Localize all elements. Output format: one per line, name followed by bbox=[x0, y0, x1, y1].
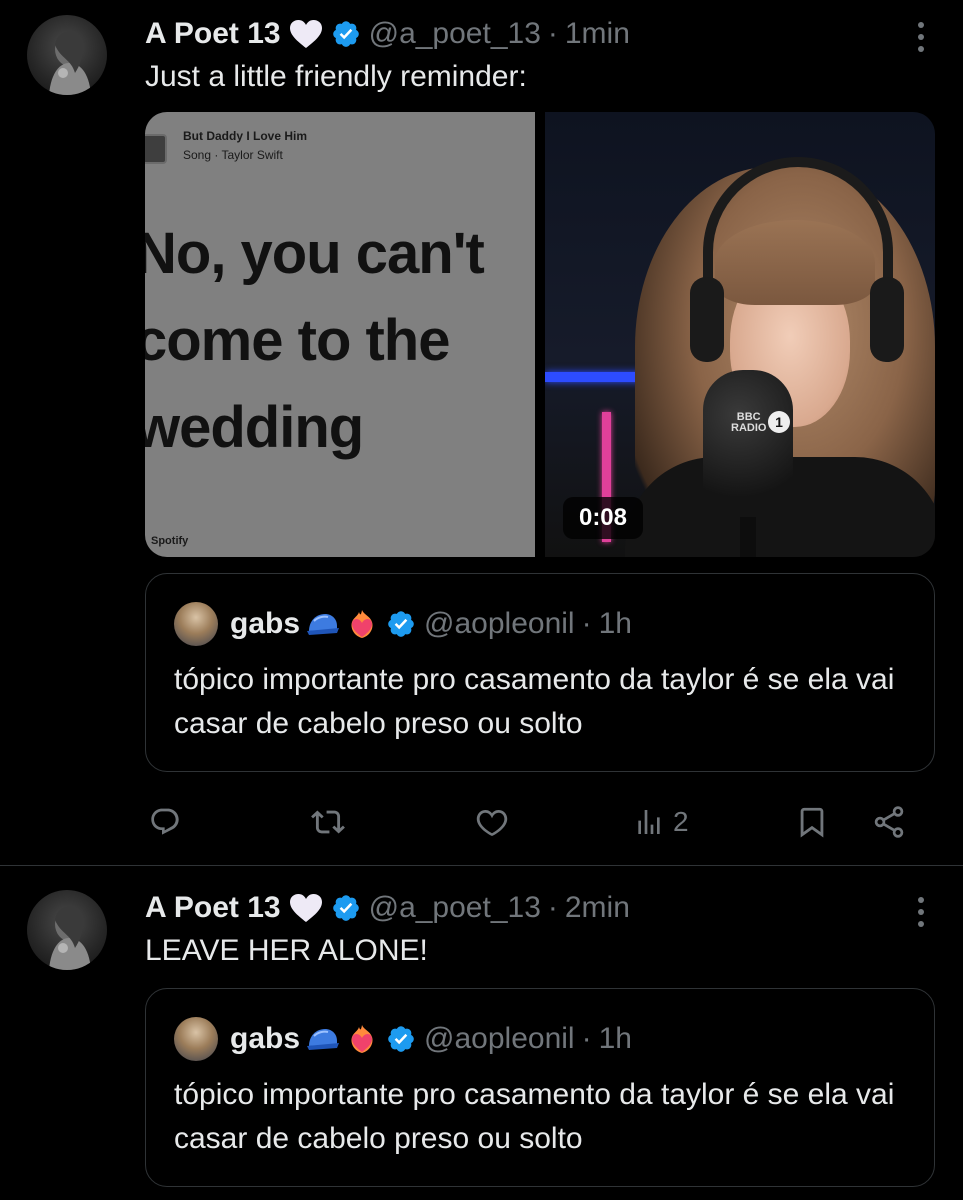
headphone-ear-left bbox=[690, 277, 724, 362]
bookmark-button[interactable] bbox=[795, 800, 829, 844]
reply-button[interactable] bbox=[149, 800, 181, 844]
separator: · bbox=[547, 891, 558, 924]
separator: · bbox=[547, 17, 558, 50]
blue-cap-emoji-icon bbox=[306, 1024, 340, 1054]
heart-on-fire-emoji-icon bbox=[346, 1023, 378, 1055]
quoted-author-handle[interactable]: @aopleonil bbox=[424, 607, 575, 641]
lyric-card-image[interactable]: But Daddy I Love Him Song · Taylor Swift… bbox=[145, 112, 535, 557]
author-name[interactable]: A Poet 13 bbox=[145, 891, 281, 925]
share-icon bbox=[874, 806, 904, 838]
tweet[interactable]: A Poet 13 @a_poet_13 · 2min LEAVE HER AL… bbox=[0, 867, 963, 1200]
author-handle[interactable]: @a_poet_13 bbox=[369, 17, 541, 51]
quoted-tweet[interactable]: gabs @aopleonil · 1h tópico importante p… bbox=[145, 573, 935, 772]
tweet-actions: 2 bbox=[145, 800, 935, 844]
song-subtitle: Song · Taylor Swift bbox=[183, 148, 283, 162]
more-options-icon[interactable] bbox=[917, 897, 925, 927]
quoted-tweet-timestamp[interactable]: 1h bbox=[599, 607, 632, 641]
quoted-tweet-header: gabs @aopleonil · 1h bbox=[174, 1017, 632, 1061]
blue-cap-emoji-icon bbox=[306, 609, 340, 639]
quoted-author-avatar[interactable] bbox=[174, 602, 218, 646]
white-heart-icon bbox=[289, 19, 323, 49]
mic-station-number: 1 bbox=[768, 411, 790, 433]
views-count: 2 bbox=[673, 806, 689, 837]
views-chart-icon bbox=[638, 810, 660, 834]
verified-badge-icon bbox=[386, 1024, 416, 1054]
tweet[interactable]: A Poet 13 @a_poet_13 · 1min Just a littl… bbox=[0, 0, 963, 866]
mic-stand bbox=[740, 517, 756, 557]
bookmark-icon bbox=[800, 807, 824, 838]
tweet-text: Just a little friendly reminder: bbox=[145, 60, 527, 93]
separator: · bbox=[581, 607, 592, 640]
quoted-tweet-timestamp[interactable]: 1h bbox=[599, 1022, 632, 1056]
tweet-timestamp[interactable]: 1min bbox=[565, 17, 630, 51]
headphone-ear-right bbox=[870, 277, 904, 362]
author-avatar[interactable] bbox=[27, 890, 107, 970]
microphone-icon bbox=[703, 370, 793, 520]
views-button[interactable]: 2 bbox=[633, 800, 689, 844]
quoted-author-name[interactable]: gabs bbox=[230, 607, 300, 641]
heart-on-fire-emoji-icon bbox=[346, 608, 378, 640]
separator: · bbox=[581, 1022, 592, 1055]
like-button[interactable] bbox=[475, 800, 509, 844]
author-handle[interactable]: @a_poet_13 bbox=[369, 891, 541, 925]
quoted-author-handle[interactable]: @aopleonil bbox=[424, 1022, 575, 1056]
spotify-logo: Spotify bbox=[151, 535, 189, 547]
quoted-tweet-header: gabs @aopleonil · 1h bbox=[174, 602, 632, 646]
retweet-button[interactable] bbox=[311, 800, 345, 844]
video-duration-badge: 0:08 bbox=[563, 497, 643, 539]
song-title: But Daddy I Love Him bbox=[183, 129, 308, 143]
tweet-media[interactable]: But Daddy I Love Him Song · Taylor Swift… bbox=[145, 112, 935, 557]
quoted-tweet[interactable]: gabs @aopleonil · 1h tópico importante p… bbox=[145, 988, 935, 1187]
quoted-author-name[interactable]: gabs bbox=[230, 1022, 300, 1056]
author-avatar[interactable] bbox=[27, 15, 107, 95]
tweet-timestamp[interactable]: 2min bbox=[565, 891, 630, 925]
quoted-tweet-text: tópico importante pro casamento da taylo… bbox=[174, 663, 895, 740]
song-cover-thumbnail bbox=[145, 134, 167, 164]
reply-icon bbox=[151, 808, 179, 835]
more-options-icon[interactable] bbox=[917, 22, 925, 52]
quoted-author-avatar[interactable] bbox=[174, 1017, 218, 1061]
share-button[interactable] bbox=[871, 800, 907, 844]
white-heart-icon bbox=[289, 893, 323, 923]
tweet-text: LEAVE HER ALONE! bbox=[145, 934, 428, 967]
tweet-header: A Poet 13 @a_poet_13 · 1min bbox=[145, 14, 630, 54]
avatar-image bbox=[49, 906, 91, 970]
verified-badge-icon bbox=[331, 19, 361, 49]
tweet-header: A Poet 13 @a_poet_13 · 2min bbox=[145, 888, 630, 928]
avatar-image bbox=[49, 31, 91, 95]
mic-station-logo: BBC RADIO bbox=[731, 411, 767, 434]
verified-badge-icon bbox=[386, 609, 416, 639]
video-player[interactable]: BBC RADIO 1 0:08 bbox=[545, 112, 935, 557]
retweet-icon bbox=[311, 810, 345, 834]
lyric-text: No, you can't come to the wedding bbox=[145, 221, 485, 460]
heart-icon bbox=[476, 809, 508, 837]
author-name[interactable]: A Poet 13 bbox=[145, 17, 281, 51]
quoted-tweet-text: tópico importante pro casamento da taylo… bbox=[174, 1078, 895, 1155]
verified-badge-icon bbox=[331, 893, 361, 923]
